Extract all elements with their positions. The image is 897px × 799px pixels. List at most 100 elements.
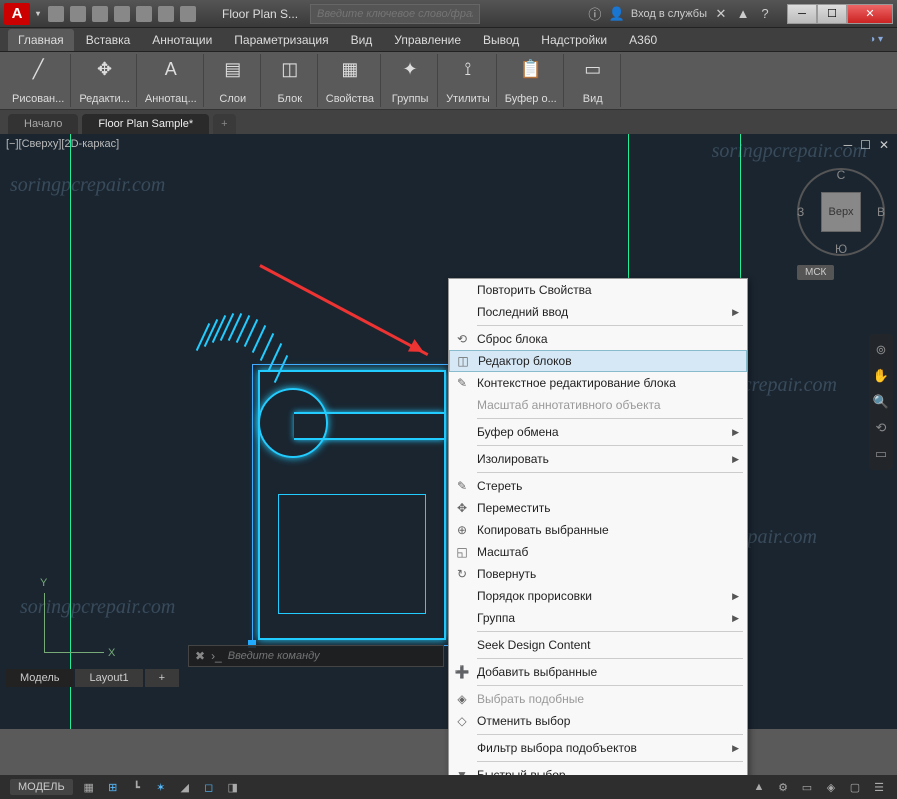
ribbon-block[interactable]: ◫Блок	[263, 54, 318, 107]
wrench-icon[interactable]: ✖	[195, 649, 205, 663]
tab-add-layout[interactable]: +	[145, 669, 179, 687]
model-space-button[interactable]: МОДЕЛЬ	[10, 779, 73, 795]
menu-item[interactable]: ⟲Сброс блока	[449, 328, 747, 350]
qat-open-icon[interactable]	[70, 6, 86, 22]
ribbon-view[interactable]: ▭Вид	[566, 54, 621, 107]
tab-manage[interactable]: Управление	[384, 29, 471, 51]
clipboard-icon: 📋	[518, 56, 544, 82]
ribbon-tabs: Главная Вставка Аннотации Параметризация…	[0, 28, 897, 52]
customize-icon[interactable]: ☰	[871, 779, 887, 795]
grid-icon[interactable]: ▦	[81, 779, 97, 795]
tab-insert[interactable]: Вставка	[76, 29, 141, 51]
menu-item[interactable]: Последний ввод▶	[449, 301, 747, 323]
menu-item-label: Фильтр выбора подобъектов	[477, 741, 637, 755]
menu-item[interactable]: Порядок прорисовки▶	[449, 585, 747, 607]
tab-home[interactable]: Главная	[8, 29, 74, 51]
orbit-icon[interactable]: ⟲	[876, 420, 887, 436]
steering-wheel-icon[interactable]: ⊚	[876, 342, 887, 358]
isolate-icon[interactable]: ◈	[823, 779, 839, 795]
menu-item[interactable]: ◫Редактор блоков	[449, 350, 747, 372]
ortho-icon[interactable]: ┗	[129, 779, 145, 795]
isoplane-icon[interactable]: ◢	[177, 779, 193, 795]
minimize-button[interactable]: ─	[787, 4, 817, 24]
info-icon[interactable]: ⓘ	[587, 6, 603, 22]
ribbon-groups[interactable]: ✦Группы	[383, 54, 438, 107]
ribbon-utilities[interactable]: ⟟Утилиты	[440, 54, 497, 107]
coordinate-system[interactable]: МСК	[797, 265, 834, 280]
qat-new-icon[interactable]	[48, 6, 64, 22]
menu-item[interactable]: ◇Отменить выбор	[449, 710, 747, 732]
search-input[interactable]	[310, 4, 480, 24]
pan-icon[interactable]: ✋	[873, 368, 889, 384]
3dosnap-icon[interactable]: ◨	[225, 779, 241, 795]
clean-screen-icon[interactable]: ▢	[847, 779, 863, 795]
tab-view[interactable]: Вид	[341, 29, 383, 51]
menu-item[interactable]: ✎Контекстное редактирование блока	[449, 372, 747, 394]
menu-item-label: Изолировать	[477, 452, 549, 466]
menu-item[interactable]: ◱Масштаб	[449, 541, 747, 563]
tab-floorplan[interactable]: Floor Plan Sample*	[82, 114, 209, 134]
submenu-arrow-icon: ▶	[732, 454, 739, 465]
login-link[interactable]: Вход в службы	[631, 8, 707, 20]
menu-item[interactable]: Фильтр выбора подобъектов▶	[449, 737, 747, 759]
zoom-icon[interactable]: 🔍	[873, 394, 889, 410]
chevron-icon[interactable]: ›_	[211, 649, 222, 663]
workspace-icon[interactable]: ⚙	[775, 779, 791, 795]
ribbon-annotate[interactable]: AАннотац...	[139, 54, 204, 107]
tab-output[interactable]: Вывод	[473, 29, 529, 51]
qat-redo-icon[interactable]	[180, 6, 196, 22]
ribbon-minimize-icon[interactable]: ◑ ▾	[869, 34, 883, 45]
tab-annotate[interactable]: Аннотации	[142, 29, 222, 51]
qat-save-icon[interactable]	[92, 6, 108, 22]
menu-item[interactable]: ✥Переместить	[449, 497, 747, 519]
command-line[interactable]: ✖ ›_	[188, 645, 444, 667]
ribbon-layers[interactable]: ▤Слои	[206, 54, 261, 107]
snap-icon[interactable]: ⊞	[105, 779, 121, 795]
menu-item[interactable]: ➕Добавить выбранные	[449, 661, 747, 683]
ribbon-edit[interactable]: ✥Редакти...	[73, 54, 137, 107]
menu-item[interactable]: ⊕Копировать выбранные	[449, 519, 747, 541]
menu-item[interactable]: Изолировать ▶	[449, 448, 747, 470]
menu-item-label: Seek Design Content	[477, 638, 590, 652]
ribbon-clipboard[interactable]: 📋Буфер о...	[499, 54, 564, 107]
view-controls[interactable]: [−][Сверху][2D-каркас]	[6, 138, 119, 150]
menu-item[interactable]: ↻Повернуть	[449, 563, 747, 585]
annotation-scale-icon[interactable]: ▲	[751, 779, 767, 795]
a360-icon[interactable]: ▲	[735, 6, 751, 22]
menu-item[interactable]: Повторить Свойства	[449, 279, 747, 301]
tab-addins[interactable]: Надстройки	[531, 29, 617, 51]
close-button[interactable]: ✕	[847, 4, 893, 24]
maximize-button[interactable]: ☐	[817, 4, 847, 24]
qat-print-icon[interactable]	[136, 6, 152, 22]
app-logo[interactable]: A	[4, 3, 30, 25]
viewcube-top[interactable]: Верх	[821, 192, 861, 232]
osnap-icon[interactable]: ◻	[201, 779, 217, 795]
drawing-area[interactable]: [−][Сверху][2D-каркас] ─ ☐ ✕ soringpcrep…	[0, 134, 897, 729]
showmotion-icon[interactable]: ▭	[875, 446, 887, 462]
menu-item[interactable]: Seek Design Content	[449, 634, 747, 656]
menu-item-label: Повторить Свойства	[477, 283, 592, 297]
menu-separator	[477, 685, 743, 686]
command-input[interactable]	[228, 650, 437, 662]
quick-access-toolbar	[48, 6, 196, 22]
ribbon-properties[interactable]: ▦Свойства	[320, 54, 381, 107]
user-icon[interactable]: 👤	[609, 6, 625, 22]
tab-a360[interactable]: A360	[619, 29, 667, 51]
qat-undo-icon[interactable]	[158, 6, 174, 22]
viewcube[interactable]: С Ю З В Верх МСК	[797, 150, 885, 280]
exchange-icon[interactable]: ✕	[713, 6, 729, 22]
ribbon-draw[interactable]: ╱Рисован...	[6, 54, 71, 107]
help-icon[interactable]: ?	[757, 6, 773, 22]
tab-layout1[interactable]: Layout1	[75, 669, 142, 687]
monitor-icon[interactable]: ▭	[799, 779, 815, 795]
qat-saveas-icon[interactable]	[114, 6, 130, 22]
polar-icon[interactable]: ✶	[153, 779, 169, 795]
tab-start[interactable]: Начало	[8, 114, 78, 134]
menu-item[interactable]: Буфер обмена▶	[449, 421, 747, 443]
tab-new[interactable]: +	[213, 114, 235, 134]
menu-item-label: Сброс блока	[477, 332, 548, 346]
tab-model[interactable]: Модель	[6, 669, 73, 687]
menu-item[interactable]: ✎Стереть	[449, 475, 747, 497]
menu-item[interactable]: Группа▶	[449, 607, 747, 629]
tab-parametric[interactable]: Параметризация	[224, 29, 338, 51]
